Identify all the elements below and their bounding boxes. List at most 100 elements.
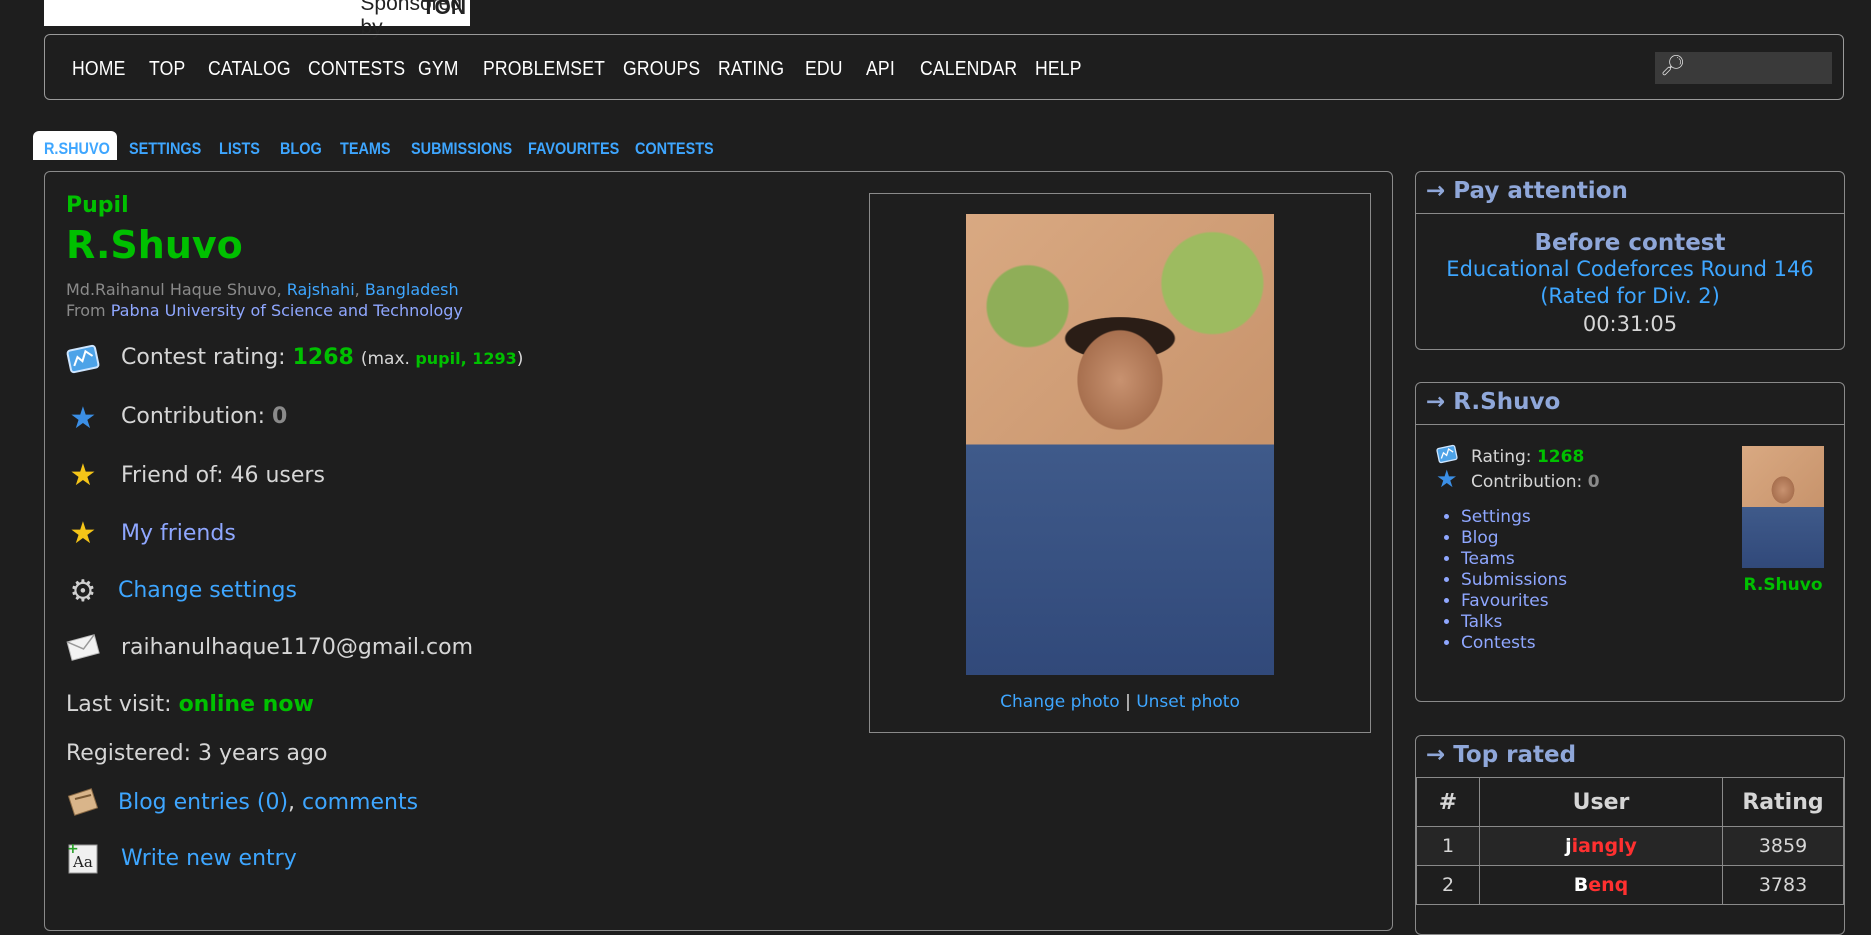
user-link-submissions[interactable]: Submissions (1461, 570, 1567, 590)
user-handle-link[interactable]: jiangly (1565, 835, 1637, 857)
row-rank: 2 (1416, 865, 1480, 905)
rating-graph-icon (66, 342, 100, 376)
write-entry-link[interactable]: Write new entry (121, 846, 297, 871)
row-rank: 1 (1416, 826, 1480, 866)
sidebar-rating-value: 1268 (1536, 447, 1585, 467)
top-rated-title: → Top rated (1426, 742, 1577, 768)
change-photo-link[interactable]: Change photo (1000, 692, 1120, 712)
menu-api[interactable]: API (866, 58, 895, 81)
tab-contests[interactable]: CONTESTS (635, 139, 714, 159)
unset-photo-link[interactable]: Unset photo (1136, 692, 1240, 712)
max-rank-value: pupil, 1293 (415, 349, 517, 368)
registered-info: Registered: 3 years ago (66, 741, 328, 766)
photo-actions: Change photo | Unset photo (869, 692, 1371, 712)
contribution-value: 0 (272, 404, 288, 429)
blog-entries-link[interactable]: Blog entries (0) (118, 790, 288, 815)
countdown-timer: 00:31:05 (1582, 312, 1678, 336)
list-item: Settings (1461, 507, 1567, 528)
profile-photo (966, 214, 1274, 675)
avatar-handle-link[interactable]: R.Shuvo (1722, 575, 1844, 595)
user-link-blog[interactable]: Blog (1461, 528, 1499, 548)
tab-teams[interactable]: TEAMS (340, 139, 391, 159)
contest-subtitle-link[interactable]: (Rated for Div. 2) (1416, 284, 1844, 308)
my-friends-link[interactable]: My friends (121, 521, 236, 546)
organization-link[interactable]: Pabna University of Science and Technolo… (111, 301, 463, 320)
title-divider (1416, 424, 1844, 425)
tab-lists[interactable]: LISTS (219, 139, 260, 159)
sponsor-banner[interactable]: Sponsored by TON (44, 0, 470, 39)
svg-text:+: + (67, 841, 79, 857)
menu-edu[interactable]: EDU (805, 58, 843, 81)
photo-separator: | (1125, 692, 1131, 712)
list-item: Blog (1461, 528, 1567, 549)
change-settings-link[interactable]: Change settings (118, 578, 297, 603)
max-suffix: ) (516, 349, 524, 369)
before-contest-heading: Before contest (1534, 230, 1726, 256)
menu-calendar[interactable]: CALENDAR (920, 58, 1017, 81)
user-link-talks[interactable]: Talks (1461, 612, 1502, 632)
menu-home[interactable]: HOME (72, 58, 126, 81)
comments-link[interactable]: comments (302, 790, 418, 815)
user-link-settings[interactable]: Settings (1461, 507, 1531, 527)
menu-top[interactable]: TOP (149, 58, 185, 81)
menu-groups[interactable]: GROUPS (623, 58, 700, 81)
contribution-line: Contribution: 0 (121, 404, 287, 429)
my-friends-star-icon: ★ (69, 515, 97, 551)
user-link-teams[interactable]: Teams (1461, 549, 1515, 569)
user-links-list: Settings Blog Teams Submissions Favourit… (1416, 507, 1567, 654)
col-header-rank: # (1416, 777, 1480, 827)
menu-gym[interactable]: GYM (418, 58, 459, 81)
menu-catalog[interactable]: CATALOG (208, 58, 291, 81)
sidebar-rating-label: Rating: (1471, 447, 1537, 467)
friend-star-icon: ★ (69, 457, 97, 493)
tab-profile[interactable]: R.SHUVO (44, 139, 110, 159)
tab-settings[interactable]: SETTINGS (129, 139, 201, 159)
user-handle-link[interactable]: Benq (1574, 874, 1629, 896)
pay-attention-box: → Pay attention Before contest Education… (1415, 171, 1845, 350)
email-address: raihanulhaque1170@gmail.com (121, 635, 473, 660)
contest-rating-line: Contest rating: 1268 (max. pupil, 1293) (121, 345, 523, 370)
city-link[interactable]: Rajshahi (287, 280, 355, 299)
menu-rating[interactable]: RATING (718, 58, 784, 81)
comma-sep: , (276, 280, 287, 299)
friend-of-count: Friend of: 46 users (121, 463, 325, 488)
user-avatar[interactable] (1742, 446, 1824, 568)
from-label: From (66, 301, 111, 320)
sidebar-rating-line: Rating: 1268 (1471, 447, 1584, 467)
write-entry-icon: Aa + (66, 841, 100, 875)
user-link-contests[interactable]: Contests (1461, 633, 1536, 653)
row-user[interactable]: Benq (1479, 865, 1723, 905)
main-menu: HOME TOP CATALOG CONTESTS GYM PROBLEMSET… (44, 34, 1844, 100)
menu-contests[interactable]: CONTESTS (308, 58, 405, 81)
top-rated-box: → Top rated # User Rating 1 jiangly 3859… (1415, 735, 1845, 935)
blog-icon (66, 785, 100, 819)
tab-favourites[interactable]: FAVOURITES (528, 139, 619, 159)
sidebar-contribution-label: Contribution: (1471, 472, 1588, 492)
tab-submissions[interactable]: SUBMISSIONS (411, 139, 512, 159)
last-visit-label: Last visit: (66, 692, 179, 717)
user-box: → R.Shuvo Rating: 1268 ★ Contribution: 0… (1415, 382, 1845, 702)
tab-blog[interactable]: BLOG (280, 139, 322, 159)
last-visit-status: online now (178, 692, 314, 717)
user-box-title: → R.Shuvo (1426, 389, 1561, 415)
blog-entries-line: Blog entries (0), comments (118, 790, 418, 815)
max-rating: (max. pupil, 1293) (361, 349, 524, 369)
sidebar-contribution-line: Contribution: 0 (1471, 472, 1600, 492)
menu-problemset[interactable]: PROBLEMSET (483, 58, 605, 81)
last-visit-line: Last visit: online now (66, 692, 314, 717)
menu-help[interactable]: HELP (1035, 58, 1082, 81)
pay-attention-title: → Pay attention (1426, 178, 1628, 204)
organization-line: From Pabna University of Science and Tec… (66, 301, 463, 320)
envelope-icon (66, 630, 100, 664)
title-divider (1416, 213, 1844, 214)
country-link[interactable]: Bangladesh (365, 280, 459, 299)
contest-link[interactable]: Educational Codeforces Round 146 (1416, 257, 1844, 281)
user-link-favourites[interactable]: Favourites (1461, 591, 1549, 611)
list-item: Submissions (1461, 570, 1567, 591)
table-header-row: # User Rating (1416, 777, 1844, 827)
row-rating: 3783 (1722, 865, 1844, 905)
row-user[interactable]: jiangly (1479, 826, 1723, 866)
contribution-star-icon: ★ (1436, 465, 1458, 493)
list-item: Favourites (1461, 591, 1567, 612)
col-header-rating: Rating (1722, 777, 1844, 827)
